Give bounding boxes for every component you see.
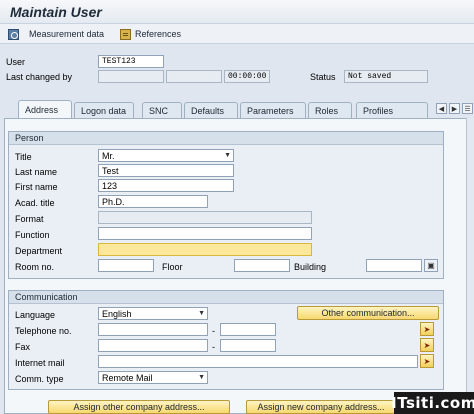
internet-mail-input[interactable] [98, 355, 418, 368]
building-picker-icon[interactable]: ▣ [424, 259, 438, 272]
acad-title-label: Acad. title [15, 198, 55, 208]
title-label: Title [15, 152, 32, 162]
tab-scroll-right-icon[interactable]: ▶ [449, 103, 460, 114]
assign-other-company-address-button[interactable]: Assign other company address... [48, 400, 230, 414]
floor-label: Floor [162, 262, 183, 272]
last-changed-date-field [166, 70, 222, 83]
fax-dash: - [212, 342, 215, 352]
references-button[interactable]: References [120, 27, 181, 41]
last-changed-by-field [98, 70, 164, 83]
building-input[interactable] [366, 259, 422, 272]
user-field[interactable]: TEST123 [98, 55, 164, 68]
tab-defaults[interactable]: Defaults [184, 102, 238, 118]
person-group-title: Person [9, 132, 443, 145]
last-name-label: Last name [15, 167, 58, 177]
communication-group-title: Communication [9, 291, 443, 304]
comm-type-select[interactable]: Remote Mail [98, 371, 208, 384]
last-name-input[interactable]: Test [98, 164, 234, 177]
acad-title-input[interactable]: Ph.D. [98, 195, 208, 208]
vertical-scrollbar[interactable] [466, 118, 474, 414]
telephone-more-arrow-icon[interactable]: ➤ [420, 322, 434, 336]
user-label: User [6, 57, 26, 67]
department-label: Department [15, 246, 63, 256]
tab-logon-data[interactable]: Logon data [74, 102, 134, 118]
title-bar: Maintain User [0, 0, 474, 24]
first-name-input[interactable]: 123 [98, 179, 234, 192]
tab-parameters[interactable]: Parameters [240, 102, 306, 118]
department-input[interactable] [98, 243, 312, 256]
status-field: Not saved [344, 70, 428, 83]
tab-snc[interactable]: SNC [142, 102, 182, 118]
fax-extension-input[interactable] [220, 339, 276, 352]
language-select[interactable]: English [98, 307, 208, 320]
tab-address[interactable]: Address [18, 100, 72, 118]
last-changed-time-field: 00:00:00 [224, 70, 270, 83]
format-input [98, 211, 312, 224]
measurement-data-label: Measurement data [29, 29, 105, 39]
telephone-dash: - [212, 326, 215, 336]
watermark-logo: ITsiti.com [391, 392, 474, 414]
measurement-data-button[interactable]: Measurement data [8, 27, 104, 41]
function-input[interactable] [98, 227, 312, 240]
tab-list-icon[interactable]: ☰ [462, 103, 473, 114]
fax-input[interactable] [98, 339, 208, 352]
telephone-input[interactable] [98, 323, 208, 336]
comm-type-label: Comm. type [15, 374, 64, 384]
telephone-label: Telephone no. [15, 326, 72, 336]
floor-input[interactable] [234, 259, 290, 272]
other-communication-button[interactable]: Other communication... [297, 306, 439, 320]
internet-mail-label: Internet mail [15, 358, 65, 368]
tab-roles[interactable]: Roles [308, 102, 352, 118]
assign-new-company-address-button[interactable]: Assign new company address... [246, 400, 396, 414]
internet-mail-more-arrow-icon[interactable]: ➤ [420, 354, 434, 368]
title-select[interactable]: Mr. [98, 149, 234, 162]
tab-strip: Address Logon data SNC Defaults Paramete… [0, 100, 474, 118]
status-label: Status [310, 72, 336, 82]
application-toolbar: Measurement data References [0, 24, 474, 44]
first-name-label: First name [15, 182, 58, 192]
room-no-input[interactable] [98, 259, 154, 272]
tab-scroll-left-icon[interactable]: ◀ [436, 103, 447, 114]
tab-profiles[interactable]: Profiles [356, 102, 428, 118]
references-icon [120, 28, 131, 40]
fax-label: Fax [15, 342, 31, 352]
last-changed-label: Last changed by [6, 72, 73, 82]
telephone-extension-input[interactable] [220, 323, 276, 336]
room-no-label: Room no. [15, 262, 55, 272]
format-label: Format [15, 214, 44, 224]
fax-more-arrow-icon[interactable]: ➤ [420, 338, 434, 352]
window-title: Maintain User [10, 4, 102, 20]
building-label: Building [294, 262, 327, 272]
function-label: Function [15, 230, 50, 240]
references-label: References [135, 29, 182, 39]
measurement-icon [8, 28, 19, 40]
language-label: Language [15, 310, 56, 320]
